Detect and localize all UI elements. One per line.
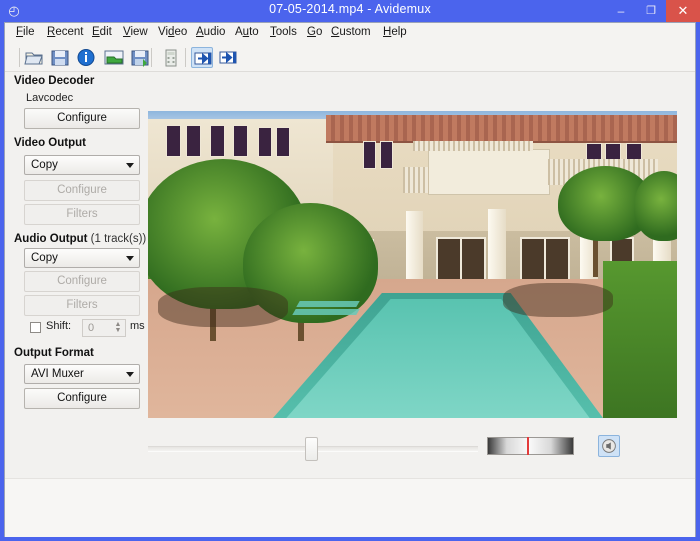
shift-spinner[interactable]: 0 ▲ ▼ bbox=[82, 319, 126, 337]
video-decoder-configure-button[interactable]: Configure bbox=[24, 108, 140, 129]
window-shutter bbox=[258, 127, 272, 157]
video-output-configure-button[interactable]: Configure bbox=[24, 180, 140, 201]
decorative-frieze bbox=[413, 141, 533, 151]
calculator-button[interactable] bbox=[160, 47, 182, 68]
menu-go[interactable]: Go bbox=[305, 26, 324, 38]
client-area: File Recent Edit View Video Audio Auto T… bbox=[4, 22, 696, 537]
video-output-codec-value: Copy bbox=[31, 159, 58, 171]
info-icon bbox=[77, 49, 95, 66]
info-button[interactable] bbox=[75, 47, 97, 68]
video-output-title: Video Output bbox=[14, 137, 86, 149]
balcony-panel bbox=[428, 149, 550, 195]
menu-recent[interactable]: Recent bbox=[45, 26, 85, 38]
title-bar: ◴ 07-05-2014.mp4 - Avidemux – ❐ ✕ bbox=[0, 0, 700, 22]
audio-output-codec-select[interactable]: Copy bbox=[24, 248, 140, 268]
volume-button[interactable] bbox=[598, 435, 620, 457]
maximize-button[interactable]: ❐ bbox=[636, 0, 666, 22]
audio-output-title-text: Audio Output bbox=[14, 233, 88, 245]
open-file-button[interactable] bbox=[23, 47, 45, 68]
window-title: 07-05-2014.mp4 - Avidemux bbox=[269, 2, 431, 16]
roof-tiles bbox=[326, 115, 677, 143]
shift-label: Shift: bbox=[46, 320, 72, 332]
output-format-title: Output Format bbox=[14, 347, 94, 359]
save-project-icon bbox=[131, 50, 149, 67]
chevron-down-icon bbox=[126, 163, 134, 168]
menu-help[interactable]: Help bbox=[381, 26, 409, 38]
output-format-value: AVI Muxer bbox=[31, 368, 84, 380]
mark-out-icon bbox=[219, 51, 237, 64]
video-preview[interactable] bbox=[148, 111, 677, 418]
bottom-bar: A B bbox=[5, 478, 695, 537]
video-decoder-title: Video Decoder bbox=[14, 75, 95, 87]
window-shutter bbox=[233, 125, 248, 157]
video-decoder-codec: Lavcodec bbox=[26, 92, 74, 104]
menu-auto[interactable]: Auto bbox=[233, 26, 261, 38]
balcony-railing bbox=[403, 167, 429, 193]
window-shutter bbox=[166, 125, 181, 157]
output-format-configure-button[interactable]: Configure bbox=[24, 388, 140, 409]
video-output-filters-button[interactable]: Filters bbox=[24, 204, 140, 225]
save-file-icon bbox=[51, 50, 69, 66]
menu-view[interactable]: View bbox=[121, 26, 150, 38]
speaker-icon bbox=[602, 439, 616, 453]
output-format-select[interactable]: AVI Muxer bbox=[24, 364, 140, 384]
window-shutter bbox=[276, 127, 290, 157]
toolbar-separator bbox=[185, 48, 186, 67]
calculator-icon bbox=[165, 49, 177, 67]
close-button[interactable]: ✕ bbox=[666, 0, 700, 22]
save-project-button[interactable] bbox=[129, 47, 151, 68]
audio-output-filters-button[interactable]: Filters bbox=[24, 295, 140, 316]
audio-output-track-info: (1 track(s)) bbox=[90, 233, 147, 245]
video-output-codec-select[interactable]: Copy bbox=[24, 155, 140, 175]
open-project-icon bbox=[104, 50, 124, 65]
open-project-button[interactable] bbox=[103, 47, 125, 68]
timeline-slider-thumb[interactable] bbox=[305, 437, 318, 461]
chevron-down-icon bbox=[126, 372, 134, 377]
mark-in-icon bbox=[194, 52, 212, 65]
window-shutter bbox=[210, 125, 225, 157]
palm-shadow bbox=[503, 283, 613, 317]
menu-tools[interactable]: Tools bbox=[268, 26, 299, 38]
chevron-down-icon bbox=[126, 256, 134, 261]
open-file-icon bbox=[24, 52, 43, 65]
mark-out-toolbar-button[interactable] bbox=[217, 47, 239, 68]
audio-output-codec-value: Copy bbox=[31, 252, 58, 264]
window-shutter bbox=[380, 141, 393, 169]
menu-audio[interactable]: Audio bbox=[194, 26, 227, 38]
palm-shadow bbox=[158, 287, 288, 327]
avidemux-window: ◴ 07-05-2014.mp4 - Avidemux – ❐ ✕ File R… bbox=[0, 0, 700, 541]
toolbar-separator bbox=[19, 48, 20, 67]
tool-bar bbox=[5, 44, 695, 72]
grass-right bbox=[603, 261, 677, 418]
pool-step bbox=[296, 301, 360, 307]
pool-step bbox=[292, 309, 360, 315]
save-file-button[interactable] bbox=[49, 47, 71, 68]
toolbar-separator bbox=[151, 48, 152, 67]
shift-value: 0 bbox=[88, 322, 95, 334]
shift-units-label: ms bbox=[130, 320, 145, 332]
menu-file[interactable]: File bbox=[14, 26, 37, 38]
mark-in-toolbar-button[interactable] bbox=[191, 47, 213, 68]
audio-output-title: Audio Output (1 track(s)) bbox=[14, 233, 146, 245]
audio-output-configure-button[interactable]: Configure bbox=[24, 271, 140, 292]
window-shutter bbox=[363, 141, 376, 169]
spinner-arrows-icon[interactable]: ▲ ▼ bbox=[114, 321, 122, 335]
menu-video[interactable]: Video bbox=[156, 26, 189, 38]
minimize-button[interactable]: – bbox=[606, 0, 636, 22]
window-shutter bbox=[186, 125, 201, 157]
volume-slider-marker bbox=[527, 437, 529, 455]
menu-custom[interactable]: Custom bbox=[329, 26, 373, 38]
shift-checkbox[interactable] bbox=[30, 322, 41, 333]
menu-bar: File Recent Edit View Video Audio Auto T… bbox=[5, 23, 695, 45]
left-config-panel: Video Decoder Lavcodec Configure Video O… bbox=[10, 75, 146, 420]
menu-edit[interactable]: Edit bbox=[90, 26, 114, 38]
volume-slider[interactable] bbox=[487, 437, 574, 455]
